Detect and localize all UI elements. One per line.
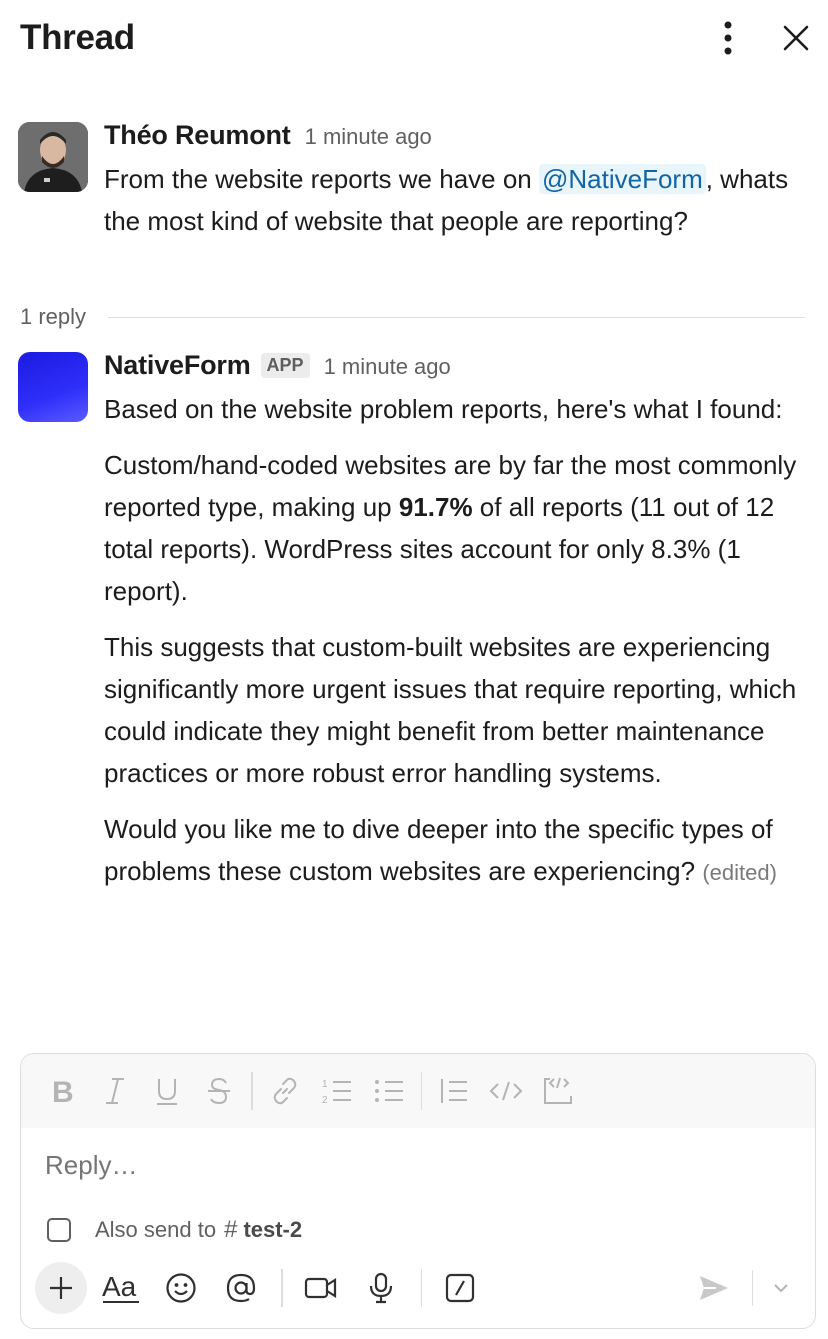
avatar-nativeform[interactable]: [18, 352, 88, 422]
send-group: [686, 1260, 800, 1316]
svg-text:B: B: [52, 1076, 74, 1106]
code-block-icon: [544, 1077, 572, 1104]
parent-message-body: From the website reports we have on @Nat…: [104, 158, 816, 242]
reply-input[interactable]: [45, 1150, 785, 1181]
message-paragraph: Custom/hand-coded websites are by far th…: [104, 450, 797, 606]
thread-header: Thread: [0, 0, 828, 80]
message-timestamp[interactable]: 1 minute ago: [324, 354, 451, 380]
strikethrough-icon: [208, 1077, 230, 1105]
author-name[interactable]: NativeForm: [104, 350, 251, 381]
mention-button[interactable]: [215, 1262, 267, 1314]
strikethrough-button[interactable]: [193, 1067, 245, 1115]
text-format-icon: Aa: [102, 1271, 139, 1303]
send-icon: [699, 1276, 728, 1300]
bold-icon: B: [52, 1076, 74, 1106]
bullet-list-icon: [374, 1080, 403, 1102]
channel-name: test-2: [243, 1217, 303, 1242]
emoji-icon: [166, 1273, 196, 1303]
message-paragraph: This suggests that custom-built websites…: [104, 632, 797, 788]
toolbar-divider: [251, 1072, 253, 1110]
code-icon: [489, 1081, 523, 1101]
message-timestamp[interactable]: 1 minute ago: [305, 124, 432, 150]
video-clip-button[interactable]: [295, 1262, 347, 1314]
reply-message-body: Based on the website problem reports, he…: [104, 388, 816, 908]
reply-composer: B 12 Also sen: [20, 1053, 816, 1329]
svg-text:1: 1: [322, 1079, 328, 1090]
link-button[interactable]: [259, 1067, 311, 1115]
highlight-percentage: 91.7%: [398, 492, 473, 522]
toolbar-divider: [751, 1270, 753, 1306]
mention-icon: [226, 1273, 256, 1303]
mention-nativeform[interactable]: @NativeForm: [538, 164, 706, 194]
message-text: From the website reports we have on: [104, 164, 539, 194]
message-paragraph: Based on the website problem reports, he…: [104, 394, 783, 424]
more-vertical-icon: [724, 21, 732, 55]
toolbar-divider: [420, 1269, 422, 1307]
shortcuts-icon: [445, 1273, 475, 1303]
chevron-down-icon: [774, 1284, 788, 1293]
more-options-button[interactable]: [708, 16, 748, 60]
send-button[interactable]: [686, 1262, 742, 1314]
reply-count-separator: 1 reply: [20, 300, 805, 334]
edited-label: (edited): [702, 860, 777, 885]
underline-button[interactable]: [141, 1067, 193, 1115]
reply-message-header: NativeForm APP 1 minute ago: [104, 350, 451, 381]
code-block-button[interactable]: [532, 1067, 584, 1115]
svg-text:Aa: Aa: [102, 1271, 137, 1302]
microphone-icon: [369, 1272, 392, 1304]
formatting-toolbar: B 12: [21, 1054, 815, 1128]
app-badge: APP: [260, 353, 310, 378]
audio-clip-button[interactable]: [355, 1262, 407, 1314]
code-button[interactable]: [480, 1067, 532, 1115]
also-send-to-channel: Also send to # test-2: [47, 1216, 302, 1244]
composer-actions: Aa: [35, 1260, 805, 1316]
reply-count: 1 reply: [20, 304, 87, 329]
formatting-toggle-button[interactable]: Aa: [95, 1262, 147, 1314]
also-send-label: Also send to: [95, 1217, 217, 1242]
shortcuts-button[interactable]: [434, 1262, 486, 1314]
message-paragraph: Would you like me to dive deeper into th…: [104, 814, 777, 886]
svg-text:2: 2: [322, 1095, 328, 1106]
toolbar-divider: [420, 1072, 422, 1110]
italic-button[interactable]: [89, 1067, 141, 1115]
close-button[interactable]: [774, 16, 818, 60]
ordered-list-button[interactable]: 12: [311, 1067, 363, 1115]
underline-icon: [157, 1079, 177, 1105]
close-icon: [783, 25, 809, 51]
ordered-list-icon: 12: [322, 1079, 351, 1106]
attach-button[interactable]: [35, 1262, 87, 1314]
italic-icon: [106, 1078, 124, 1104]
blockquote-icon: [441, 1079, 467, 1103]
bullet-list-button[interactable]: [363, 1067, 415, 1115]
avatar-theo[interactable]: [18, 122, 88, 192]
emoji-button[interactable]: [155, 1262, 207, 1314]
channel-hash: #: [224, 1216, 238, 1243]
link-icon: [273, 1077, 296, 1105]
plus-icon: [50, 1277, 72, 1299]
blockquote-button[interactable]: [428, 1067, 480, 1115]
parent-message-header: Théo Reumont 1 minute ago: [104, 120, 432, 151]
divider: [108, 316, 805, 318]
bold-button[interactable]: B: [37, 1067, 89, 1115]
thread-title: Thread: [20, 18, 135, 57]
send-options-button[interactable]: [763, 1262, 799, 1314]
toolbar-divider: [281, 1269, 283, 1307]
video-icon: [304, 1277, 336, 1299]
also-send-checkbox[interactable]: [47, 1218, 71, 1242]
author-name[interactable]: Théo Reumont: [104, 120, 291, 151]
